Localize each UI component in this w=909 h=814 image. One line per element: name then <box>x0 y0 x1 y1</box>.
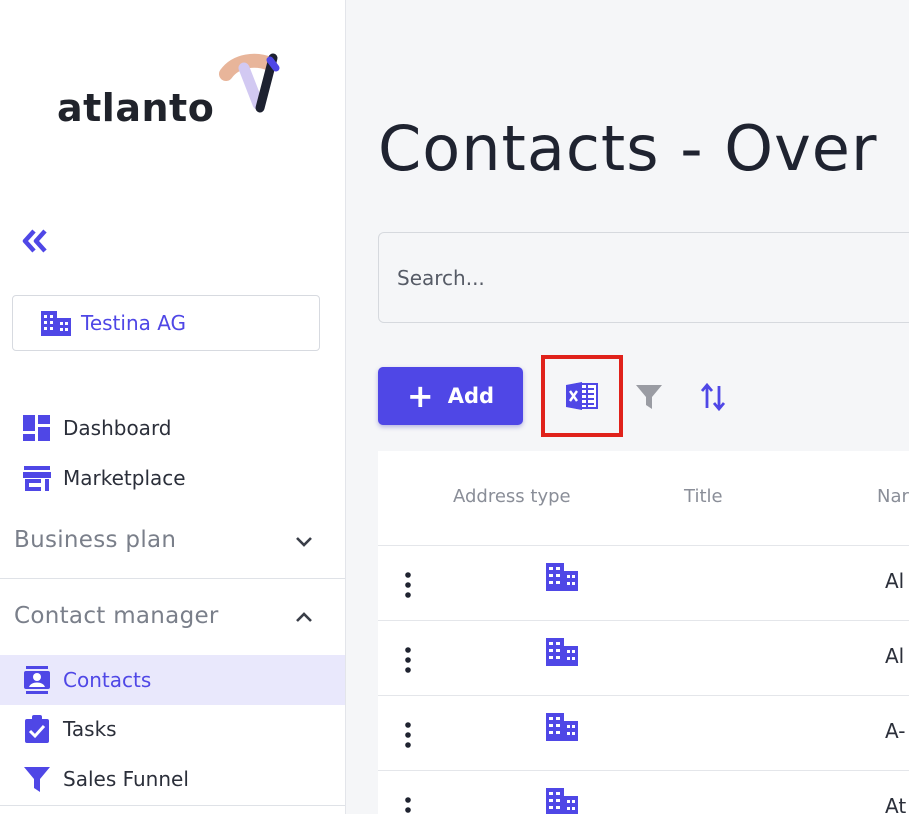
logo-text: atlanto <box>57 86 215 130</box>
table-row[interactable]: At <box>378 770 909 814</box>
sidebar: atlanto Testina AG Dashboard Marketplace… <box>0 0 346 814</box>
more-options-icon[interactable] <box>400 570 416 600</box>
building-icon <box>546 638 578 666</box>
table-row[interactable]: A- <box>378 695 909 770</box>
add-button-label: Add <box>447 384 495 408</box>
logo-mark-icon <box>219 53 280 113</box>
nav-label-contacts: Contacts <box>63 668 152 692</box>
dashboard-icon <box>22 413 52 443</box>
excel-export-button[interactable] <box>541 355 623 437</box>
section-label-contact-manager: Contact manager <box>14 603 219 629</box>
store-icon <box>22 463 52 493</box>
atlanto-logo[interactable]: atlanto <box>55 52 285 132</box>
nav-label-marketplace: Marketplace <box>63 466 186 490</box>
chevron-up-icon <box>296 612 312 622</box>
company-name: Testina AG <box>81 311 187 335</box>
plus-icon: + <box>406 377 434 415</box>
filter-button[interactable] <box>635 382 663 412</box>
building-icon <box>546 713 578 741</box>
chevron-down-icon <box>296 537 312 547</box>
nav-label-tasks: Tasks <box>63 717 117 741</box>
nav-item-contacts[interactable]: Contacts <box>0 655 345 705</box>
page-title: Contacts - Over <box>378 112 878 185</box>
contact-card-icon <box>22 665 52 695</box>
contact-name[interactable]: A- <box>885 719 905 743</box>
excel-icon <box>566 382 598 410</box>
company-selector[interactable]: Testina AG <box>12 295 320 351</box>
main-content: Contacts - Over + Add <box>346 0 909 814</box>
building-icon <box>546 563 578 591</box>
section-label-business-plan: Business plan <box>14 527 177 553</box>
section-contact-manager[interactable]: Contact manager <box>0 584 345 648</box>
nav-item-marketplace[interactable]: Marketplace <box>0 453 345 503</box>
column-header-title[interactable]: Title <box>684 486 723 507</box>
sort-arrows-icon <box>700 382 726 412</box>
nav-item-sales-funnel[interactable]: Sales Funnel <box>0 754 345 804</box>
nav-item-dashboard[interactable]: Dashboard <box>0 403 345 453</box>
column-header-name[interactable]: Nar <box>877 486 909 507</box>
contact-name[interactable]: Al <box>885 644 904 668</box>
double-chevron-left-icon <box>22 229 47 253</box>
add-contact-button[interactable]: + Add <box>378 367 523 425</box>
more-options-icon[interactable] <box>400 720 416 750</box>
column-header-address-type[interactable]: Address type <box>453 486 571 507</box>
building-icon <box>41 311 71 336</box>
filter-icon <box>636 385 662 409</box>
funnel-icon <box>22 764 52 794</box>
section-divider <box>0 578 345 579</box>
more-options-icon[interactable] <box>400 795 416 814</box>
table-row[interactable]: Al <box>378 620 909 695</box>
section-divider-bottom <box>0 805 345 806</box>
collapse-sidebar-button[interactable] <box>19 226 51 256</box>
more-options-icon[interactable] <box>400 645 416 675</box>
nav-label-sales-funnel: Sales Funnel <box>63 767 189 791</box>
table-row[interactable]: Al <box>378 545 909 620</box>
contacts-table: Address type Title Nar Al Al A- At <box>378 451 909 814</box>
app-root: atlanto Testina AG Dashboard Marketplace… <box>0 0 909 814</box>
clipboard-check-icon <box>22 714 52 744</box>
sort-button[interactable] <box>700 380 726 414</box>
search-input[interactable] <box>397 261 897 295</box>
contact-name[interactable]: At <box>885 794 906 814</box>
search-box[interactable] <box>378 232 909 323</box>
section-business-plan[interactable]: Business plan <box>0 508 345 572</box>
nav-label-dashboard: Dashboard <box>63 416 172 440</box>
contact-name[interactable]: Al <box>885 569 904 593</box>
nav-item-tasks[interactable]: Tasks <box>0 704 345 754</box>
building-icon <box>546 788 578 814</box>
